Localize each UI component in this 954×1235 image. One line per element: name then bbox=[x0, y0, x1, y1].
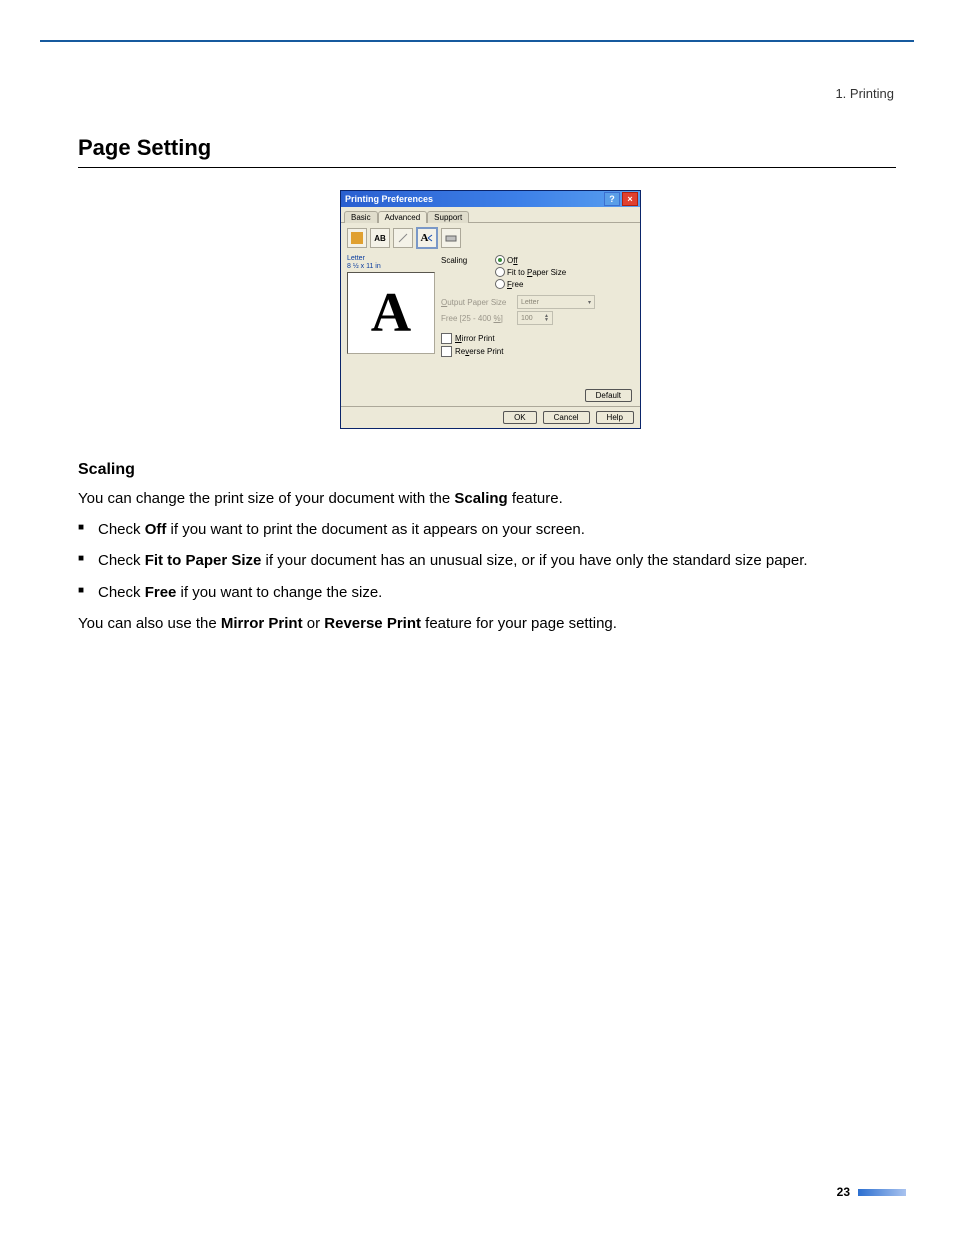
page-preview: A bbox=[347, 272, 435, 354]
color-swatch-icon bbox=[351, 232, 363, 244]
device-options-icon bbox=[445, 233, 457, 243]
dialog-toolbar: AB A bbox=[341, 223, 640, 253]
settings-column: Scaling Off Fit to Paper Size bbox=[441, 255, 634, 359]
section-title: Page Setting bbox=[78, 135, 211, 161]
default-button[interactable]: Default bbox=[585, 389, 632, 402]
page-footer: 23 bbox=[837, 1185, 906, 1199]
toolbar-btn-1[interactable] bbox=[347, 228, 367, 248]
scaling-fit-label: Fit to Paper Size bbox=[507, 268, 566, 277]
dialog-title: Printing Preferences bbox=[345, 194, 433, 204]
scaling-fit-radio[interactable] bbox=[495, 267, 505, 277]
chevron-down-icon: ▾ bbox=[588, 299, 591, 306]
page-number: 23 bbox=[837, 1185, 850, 1199]
scaling-free-radio[interactable] bbox=[495, 279, 505, 289]
reverse-print-checkbox[interactable] bbox=[441, 346, 452, 357]
also-paragraph: You can also use the Mirror Print or Rev… bbox=[78, 612, 898, 635]
body-text: Scaling You can change the print size of… bbox=[78, 458, 898, 643]
preview-paper-dim: 8 ½ x 11 in bbox=[347, 263, 435, 271]
dialog-bottom-bar: OK Cancel Help bbox=[341, 406, 640, 428]
tab-support[interactable]: Support bbox=[427, 211, 469, 223]
bullet-fit: Check Fit to Paper Size if your document… bbox=[78, 549, 898, 572]
toolbar-btn-3[interactable] bbox=[393, 228, 413, 248]
free-percent-value: 100 bbox=[521, 315, 533, 322]
resize-arrow-icon bbox=[427, 233, 433, 243]
scaling-off-label: Off bbox=[507, 256, 518, 265]
toolbar-btn-2[interactable]: AB bbox=[370, 228, 390, 248]
mirror-print-label: Mirror Print bbox=[455, 334, 495, 343]
scaling-off-radio[interactable] bbox=[495, 255, 505, 265]
tab-strip: Basic Advanced Support bbox=[341, 207, 640, 223]
footer-accent-bar bbox=[858, 1189, 906, 1196]
tab-advanced[interactable]: Advanced bbox=[378, 211, 428, 223]
scaling-heading: Scaling bbox=[78, 458, 898, 483]
preview-paper-name: Letter bbox=[347, 255, 435, 263]
toolbar-btn-5[interactable] bbox=[441, 228, 461, 248]
titlebar-close-button[interactable]: × bbox=[622, 192, 638, 206]
section-rule bbox=[78, 167, 896, 168]
titlebar-help-button[interactable]: ? bbox=[604, 192, 620, 206]
watermark-icon bbox=[398, 233, 408, 243]
printing-preferences-dialog: Printing Preferences ? × Basic Advanced … bbox=[340, 190, 641, 429]
header-rule bbox=[40, 40, 914, 42]
spinner-down-icon: ▼ bbox=[544, 318, 549, 322]
chapter-label: 1. Printing bbox=[835, 86, 894, 101]
preview-letter-glyph: A bbox=[371, 281, 411, 345]
preview-column: Letter 8 ½ x 11 in A bbox=[347, 255, 435, 359]
output-size-combo: Letter ▾ bbox=[517, 295, 595, 309]
free-percent-spinner: 100 ▲▼ bbox=[517, 311, 553, 325]
output-size-value: Letter bbox=[521, 299, 539, 306]
ok-button[interactable]: OK bbox=[503, 411, 537, 424]
scaling-label: Scaling bbox=[441, 256, 495, 265]
dialog-titlebar: Printing Preferences ? × bbox=[341, 191, 640, 207]
scaling-free-label: Free bbox=[507, 280, 523, 289]
mirror-print-checkbox[interactable] bbox=[441, 333, 452, 344]
tab-basic[interactable]: Basic bbox=[344, 211, 378, 223]
reverse-print-label: Reverse Print bbox=[455, 347, 503, 356]
cancel-button[interactable]: Cancel bbox=[543, 411, 590, 424]
output-size-label: Output Paper Size bbox=[441, 298, 517, 307]
help-button[interactable]: Help bbox=[596, 411, 634, 424]
toolbar-btn-4-page-setting[interactable]: A bbox=[416, 227, 438, 249]
bullet-free: Check Free if you want to change the siz… bbox=[78, 581, 898, 604]
bullet-off: Check Off if you want to print the docum… bbox=[78, 518, 898, 541]
scaling-intro: You can change the print size of your do… bbox=[78, 487, 898, 510]
free-percent-label: Free [25 - 400 %] bbox=[441, 314, 517, 323]
